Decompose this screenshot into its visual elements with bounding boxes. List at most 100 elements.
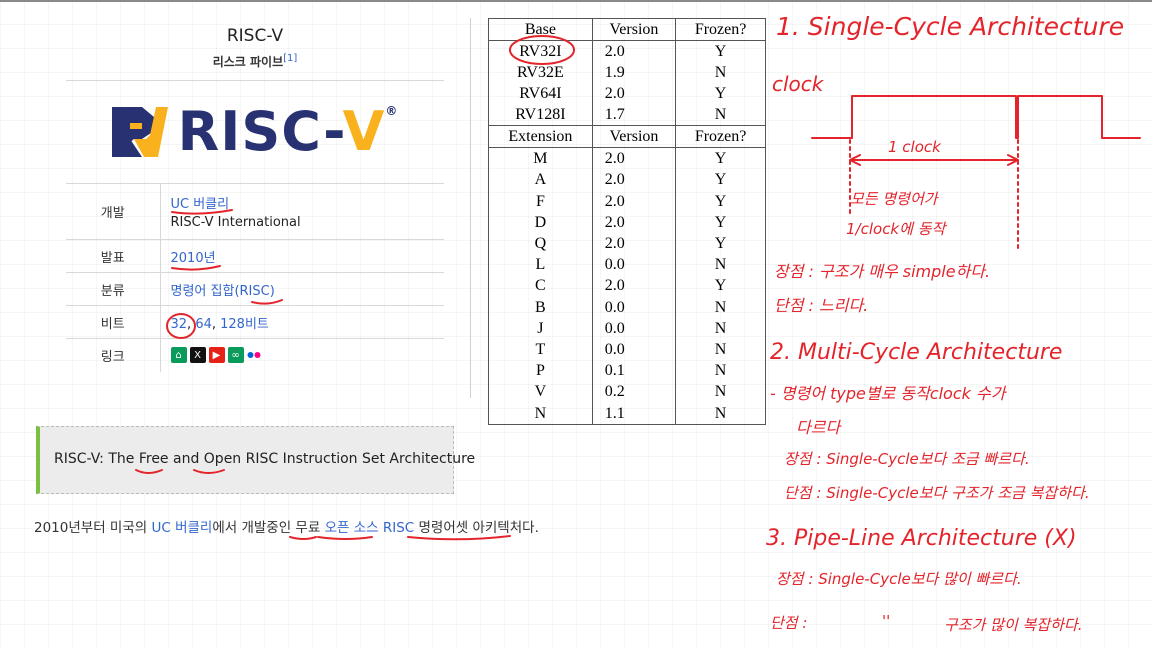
cell-version: 1.1 (592, 402, 677, 424)
cell-extension: A (489, 169, 593, 191)
cell-version: 2.0 (592, 147, 677, 170)
cell-base: RV32I (489, 40, 593, 62)
base-row: RV128I 1.7 N (489, 104, 765, 126)
cell-frozen: N (714, 64, 727, 82)
cell-version: 2.0 (592, 169, 677, 191)
row-value-dev: UC 버클리 RISC-V International (160, 183, 445, 240)
cell-frozen: N (714, 383, 727, 401)
sentence-part: 에서 개발중인 무료 (212, 520, 325, 536)
link-instruction-set[interactable]: 명령어 집합 (171, 284, 235, 299)
x-icon[interactable]: X (189, 347, 206, 364)
cell-version: 0.0 (592, 296, 677, 318)
logo-wordmark: RISC-V® (178, 105, 399, 159)
link-risc-inline[interactable]: RISC (383, 520, 414, 536)
link-32[interactable]: 32 (171, 317, 188, 332)
link-64[interactable]: 64 (195, 317, 212, 332)
flickr-icon[interactable] (247, 347, 261, 363)
cell-extension: P (489, 360, 593, 382)
row-key-class: 분류 (66, 272, 161, 306)
youtube-icon[interactable]: ▶ (208, 347, 225, 364)
note-clock-label: clock (772, 72, 824, 96)
cell-version: 2.0 (592, 275, 677, 297)
header-frozen: Frozen? (694, 21, 747, 38)
note-con-3-text: 구조가 많이 복잡하다. (944, 616, 1083, 634)
note-pipeline-title: 3. Pipe-Line Architecture (X) (766, 526, 1077, 551)
link-128bit[interactable]: 128비트 (220, 317, 269, 332)
cell-version: 2.0 (592, 232, 677, 255)
base-row: RV32E 1.9 N (489, 62, 765, 84)
cell-version: 0.1 (592, 360, 677, 382)
infobox-row-dev: 개발 UC 버클리 RISC-V International (66, 183, 445, 240)
isa-version-table: Base Version Frozen? RV32I 2.0 Y RV32E 1.9 N R… (488, 18, 766, 425)
cell-version: 1.7 (592, 104, 677, 126)
sentence-part: 명령어셋 아키텍처다. (414, 520, 539, 536)
infobox-row-pub: 발표 2010년 (66, 239, 444, 273)
home-icon[interactable]: ⌂ (170, 347, 187, 364)
sep: , (211, 316, 221, 332)
underline-open-source (317, 536, 373, 540)
note-pro-3: 장점 : Single-Cycle보다 많이 빠르다. (776, 570, 1022, 588)
note-multi-desc-2: 다르다 (796, 418, 841, 437)
note-multi-cycle-title: 2. Multi-Cycle Architecture (770, 340, 1063, 365)
header-version: Version (592, 19, 677, 41)
infobox-title: RISC-V (226, 26, 284, 46)
reference-link[interactable]: [1] (283, 53, 297, 64)
extension-row: M 2.0 Y (489, 147, 765, 170)
header-version: Version (592, 125, 677, 148)
clock-waveform (811, 95, 1141, 139)
cell-extension: V (489, 381, 593, 403)
note-con-3-ditto: '' (882, 612, 891, 630)
note-pro-2: 장점 : Single-Cycle보다 조금 빠르다. (784, 450, 1030, 468)
intro-sentence: 2010년부터 미국의 UC 버클리에서 개발중인 무료 오픈 소스 RISC … (34, 516, 539, 536)
note-pro-1: 장점 : 구조가 매우 simple하다. (774, 262, 991, 281)
note-all-inst-1: 모든 명령어가 (850, 190, 938, 208)
cell-version: 1.9 (592, 62, 677, 84)
cell-extension: J (489, 317, 593, 339)
infobox-subtitle: 리스크 파이브[1] (66, 53, 444, 70)
cell-base: RV128I (489, 104, 593, 126)
infobox-row-links: 링크 ⌂ X ▶ ∞ (66, 338, 444, 372)
risc-v-logo-mark-icon (111, 107, 168, 157)
header-base: Base (489, 19, 593, 41)
cell-frozen: N (714, 298, 727, 316)
base-row: RV64I 2.0 Y (489, 83, 765, 105)
cell-frozen: Y (714, 85, 727, 103)
cell-frozen: Y (714, 192, 727, 210)
extension-row: F 2.0 Y (489, 190, 765, 212)
row-key-links: 링크 (66, 338, 161, 372)
cell-frozen: N (714, 319, 727, 337)
note-con-3-label: 단점 : (770, 614, 808, 632)
extension-row: B 0.0 N (489, 296, 765, 318)
registered-mark: ® (385, 104, 399, 118)
cell-version: 2.0 (592, 211, 677, 233)
cell-extension: N (489, 402, 593, 424)
extension-row: Q 2.0 Y (489, 232, 765, 255)
clock-span-arrow (849, 154, 1019, 166)
note-multi-desc-1: - 명령어 type별로 동작clock 수가 (770, 384, 1006, 403)
link-2010[interactable]: 2010년 (171, 251, 216, 266)
header-frozen: Frozen? (675, 125, 765, 148)
link-risc[interactable]: (RISC) (234, 284, 274, 299)
cell-frozen: Y (714, 235, 727, 253)
link-uc-berkeley[interactable]: UC 버클리 (171, 193, 445, 212)
base-row: RV32I 2.0 Y (489, 40, 765, 62)
link-icon[interactable]: ∞ (227, 347, 244, 364)
column-divider (470, 18, 471, 398)
link-open-source[interactable]: 오픈 소스 (325, 520, 379, 536)
infobox-row-class: 분류 명령어 집합(RISC) (66, 272, 444, 306)
cell-extension: F (489, 190, 593, 212)
cell-frozen: N (714, 340, 727, 358)
cell-frozen: Y (675, 40, 765, 62)
extension-row: D 2.0 Y (489, 211, 765, 233)
base-header-row: Base Version Frozen? (489, 19, 765, 41)
link-uc-berkeley-inline[interactable]: UC 버클리 (151, 520, 212, 536)
wiki-infobox: RISC-V 리스크 파이브[1] RISC-V® 개발 UC 버클리 RISC… (66, 18, 444, 372)
risc-v-logo: RISC-V® (66, 81, 444, 183)
cell-extension: T (489, 338, 593, 361)
infobox-row-bits: 비트 32, 64, 128비트 (66, 305, 444, 339)
cell-frozen: Y (714, 277, 727, 295)
cell-version: 0.0 (592, 317, 677, 339)
underline-free-kr (289, 536, 317, 540)
infobox-table: 개발 UC 버클리 RISC-V International 발표 2010년 … (66, 183, 444, 372)
cell-version: 0.2 (592, 381, 677, 403)
